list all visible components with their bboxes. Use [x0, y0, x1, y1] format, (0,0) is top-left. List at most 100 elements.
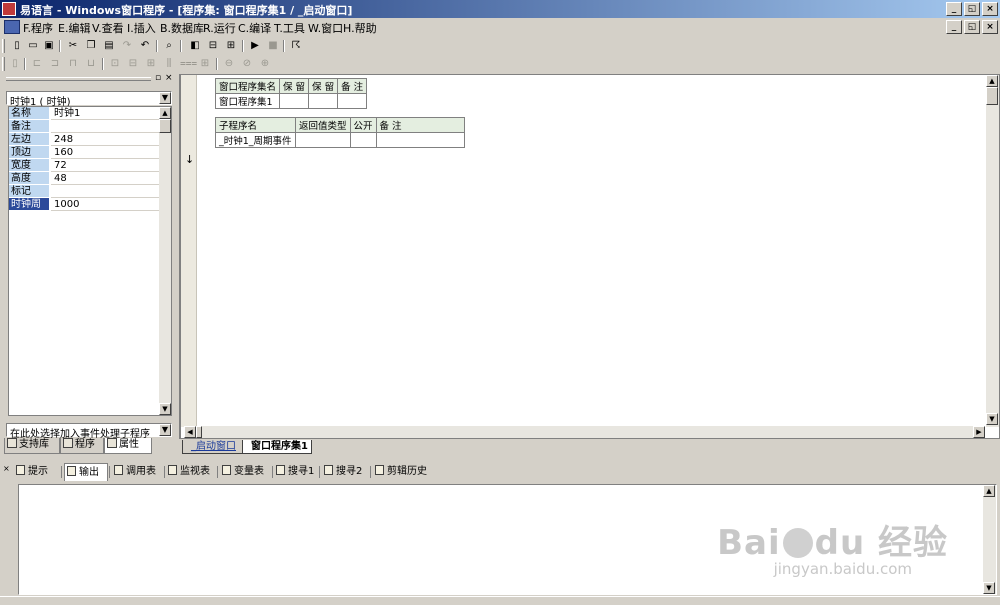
- property-value[interactable]: 160: [51, 146, 159, 159]
- tab-call-table[interactable]: 调用表: [112, 463, 164, 481]
- run-icon[interactable]: ▶: [248, 39, 262, 52]
- assembly-table[interactable]: 窗口程序集名 保 留 保 留 备 注 窗口程序集1: [214, 78, 368, 109]
- space-horizontal-icon[interactable]: ⫼: [162, 57, 176, 70]
- property-value[interactable]: 48: [51, 172, 159, 185]
- table-cell[interactable]: [279, 93, 310, 109]
- scroll-down-icon[interactable]: ▼: [983, 582, 995, 594]
- tab-hint[interactable]: 提示: [14, 463, 60, 481]
- copy-icon[interactable]: ❐: [84, 39, 98, 52]
- table-cell[interactable]: [349, 132, 377, 148]
- property-value[interactable]: 1000: [51, 198, 159, 211]
- tab-watch-table[interactable]: 监视表: [166, 463, 216, 481]
- table-cell[interactable]: [375, 132, 465, 148]
- tab-start-window[interactable]: _启动窗口: [182, 440, 244, 454]
- tab-search1[interactable]: 搜寻1: [274, 463, 318, 481]
- editor-horizontal-scrollbar[interactable]: ◀ ▶: [184, 426, 985, 438]
- table-cell[interactable]: [337, 93, 368, 109]
- chevron-down-icon[interactable]: ▼: [159, 424, 171, 436]
- find-icon[interactable]: ⌕: [162, 39, 176, 52]
- tab-library[interactable]: 支持库: [4, 438, 60, 454]
- new-file-icon[interactable]: ▯: [10, 39, 24, 52]
- tab-properties[interactable]: 属性: [104, 438, 152, 454]
- code-editor[interactable]: ↓ 窗口程序集名 保 留 保 留 备 注 窗口程序集1 子程序名 返回值类型 公…: [180, 74, 1000, 439]
- menu-run[interactable]: R.运行: [203, 20, 236, 36]
- scroll-thumb[interactable]: [986, 87, 998, 105]
- align-bottom-icon[interactable]: ⊔: [84, 57, 98, 70]
- editor-margin[interactable]: ↓: [181, 75, 197, 427]
- toolbar-grip[interactable]: [2, 39, 5, 53]
- menu-database[interactable]: B.数据库: [160, 20, 204, 36]
- layout-panel-icon[interactable]: ◧: [188, 39, 202, 52]
- property-row[interactable]: 左边 248: [9, 133, 159, 146]
- help-cursor-icon[interactable]: ☈: [289, 39, 303, 52]
- same-height-icon[interactable]: ⊟: [126, 57, 140, 70]
- undo-icon[interactable]: ↶: [138, 39, 152, 52]
- tab-output[interactable]: 输出: [64, 463, 108, 481]
- table-cell[interactable]: [295, 132, 351, 148]
- property-scrollbar[interactable]: ▲ ▼: [159, 107, 171, 415]
- scroll-thumb[interactable]: [159, 119, 171, 133]
- redo-icon[interactable]: ↷: [120, 39, 134, 52]
- menu-insert[interactable]: I.插入: [127, 20, 156, 36]
- property-value[interactable]: [51, 185, 159, 198]
- scroll-thumb[interactable]: [196, 426, 202, 438]
- property-row[interactable]: 备注: [9, 120, 159, 133]
- layout-grid-icon[interactable]: ⊞: [224, 39, 238, 52]
- scroll-down-icon[interactable]: ▼: [986, 413, 998, 425]
- menu-program[interactable]: F.程序: [23, 20, 53, 36]
- menu-view[interactable]: V.查看: [92, 20, 124, 36]
- center-v-icon[interactable]: ⊘: [240, 57, 254, 70]
- same-width-icon[interactable]: ⊡: [108, 57, 122, 70]
- menu-edit[interactable]: E.编辑: [58, 20, 90, 36]
- paste-icon[interactable]: ▤: [102, 39, 116, 52]
- property-row[interactable]: 顶边 160: [9, 146, 159, 159]
- output-scrollbar[interactable]: ▲ ▼: [983, 485, 996, 594]
- space-vertical-icon[interactable]: ⩶: [180, 57, 197, 70]
- align-center-icon[interactable]: ⊐: [48, 57, 62, 70]
- table-cell[interactable]: 窗口程序集1: [214, 93, 281, 109]
- tab-search2[interactable]: 搜寻2: [322, 463, 368, 481]
- panel-pin-icon[interactable]: ▫: [155, 74, 161, 83]
- align-left-icon[interactable]: ⊏: [30, 57, 44, 70]
- menu-tools[interactable]: T.工具: [274, 20, 305, 36]
- minimize-button[interactable]: _: [946, 2, 962, 16]
- tab-window-assembly[interactable]: 窗口程序集1: [242, 440, 312, 454]
- editor-vertical-scrollbar[interactable]: ▲ ▼: [986, 75, 999, 427]
- table-cell[interactable]: _时钟1_周期事件: [215, 132, 296, 148]
- panel-close-icon[interactable]: ×: [3, 464, 10, 473]
- layout-split-icon[interactable]: ⊟: [206, 39, 220, 52]
- scroll-up-icon[interactable]: ▲: [986, 75, 998, 87]
- scroll-up-icon[interactable]: ▲: [159, 107, 171, 119]
- stop-icon[interactable]: ■: [266, 39, 280, 52]
- save-icon[interactable]: ▣: [42, 39, 56, 52]
- table-cell[interactable]: [308, 93, 339, 109]
- panel-close-icon[interactable]: ×: [165, 74, 173, 83]
- same-size-icon[interactable]: ⊞: [144, 57, 158, 70]
- center-h-icon[interactable]: ⊖: [222, 57, 236, 70]
- space-equal-icon[interactable]: ⊞: [198, 57, 212, 70]
- restore-button[interactable]: ◱: [964, 2, 980, 16]
- event-select[interactable]: 在此处选择加入事件处理子程序 ▼: [6, 423, 172, 440]
- toolbar-grip[interactable]: [2, 57, 5, 71]
- tab-clip-history[interactable]: 剪辑历史: [373, 463, 435, 481]
- center-both-icon[interactable]: ⊕: [258, 57, 272, 70]
- close-button[interactable]: ×: [982, 2, 998, 16]
- cut-icon[interactable]: ✂: [66, 39, 80, 52]
- tab-program[interactable]: 程序: [60, 438, 104, 454]
- scroll-down-icon[interactable]: ▼: [159, 403, 171, 415]
- mdi-restore-button[interactable]: ◱: [964, 20, 980, 34]
- property-value[interactable]: 72: [51, 159, 159, 172]
- tab-variable-table[interactable]: 变量表: [220, 463, 272, 481]
- property-row[interactable]: 高度 48: [9, 172, 159, 185]
- subroutine-table[interactable]: 子程序名 返回值类型 公开 备 注 _时钟1_周期事件: [215, 117, 465, 148]
- property-row[interactable]: 宽度 72: [9, 159, 159, 172]
- align-page-icon[interactable]: ▯: [8, 57, 22, 70]
- scroll-right-icon[interactable]: ▶: [973, 426, 985, 438]
- chevron-down-icon[interactable]: ▼: [159, 92, 171, 104]
- property-row[interactable]: 标记: [9, 185, 159, 198]
- object-select[interactable]: 时钟1 ( 时钟) ▼: [6, 91, 172, 108]
- mdi-minimize-button[interactable]: _: [946, 20, 962, 34]
- property-value[interactable]: 时钟1: [51, 107, 159, 120]
- mdi-close-button[interactable]: ×: [982, 20, 998, 34]
- property-row-selected[interactable]: 时钟周期 1000: [9, 198, 159, 223]
